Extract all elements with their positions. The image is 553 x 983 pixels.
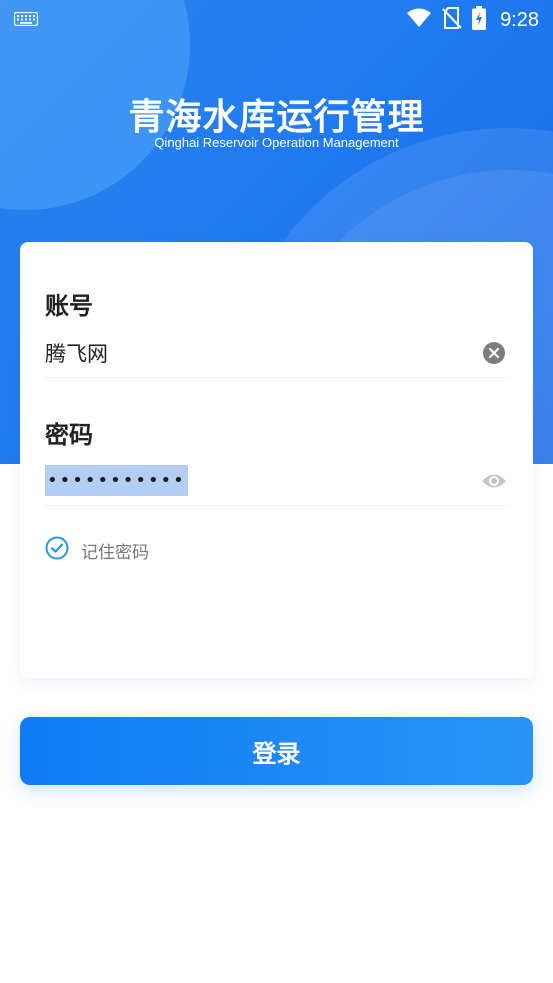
- account-input[interactable]: 腾飞网: [45, 338, 480, 368]
- status-bar: 9:28: [0, 0, 553, 40]
- eye-icon[interactable]: [480, 467, 508, 495]
- account-label: 账号: [45, 292, 93, 320]
- password-input[interactable]: •••••••••••: [45, 465, 480, 496]
- password-masked-value: •••••••••••: [45, 465, 188, 496]
- wifi-icon: [406, 8, 432, 32]
- app-title: 青海水库运行管理: [128, 97, 425, 138]
- keyboard-icon: [13, 11, 39, 30]
- clear-icon[interactable]: [480, 339, 508, 367]
- login-button[interactable]: 登录: [20, 717, 533, 785]
- password-label: 密码: [45, 421, 93, 449]
- login-card: 账号 腾飞网 密码 ••••••••••• 记住密码: [20, 242, 533, 678]
- checkbox-checked-icon[interactable]: [45, 536, 69, 564]
- status-time: 9:28: [500, 8, 539, 31]
- remember-password-option[interactable]: 记住密码: [45, 536, 149, 564]
- battery-charging-icon: [472, 6, 487, 34]
- remember-password-label: 记住密码: [81, 542, 149, 563]
- password-field[interactable]: •••••••••••: [45, 456, 508, 506]
- login-screen: 9:28 青海水库运行管理 Qinghai Reservoir Operatio…: [0, 0, 553, 983]
- no-sim-icon: [442, 7, 462, 33]
- account-field[interactable]: 腾飞网: [45, 328, 508, 378]
- app-subtitle: Qinghai Reservoir Operation Management: [154, 135, 399, 150]
